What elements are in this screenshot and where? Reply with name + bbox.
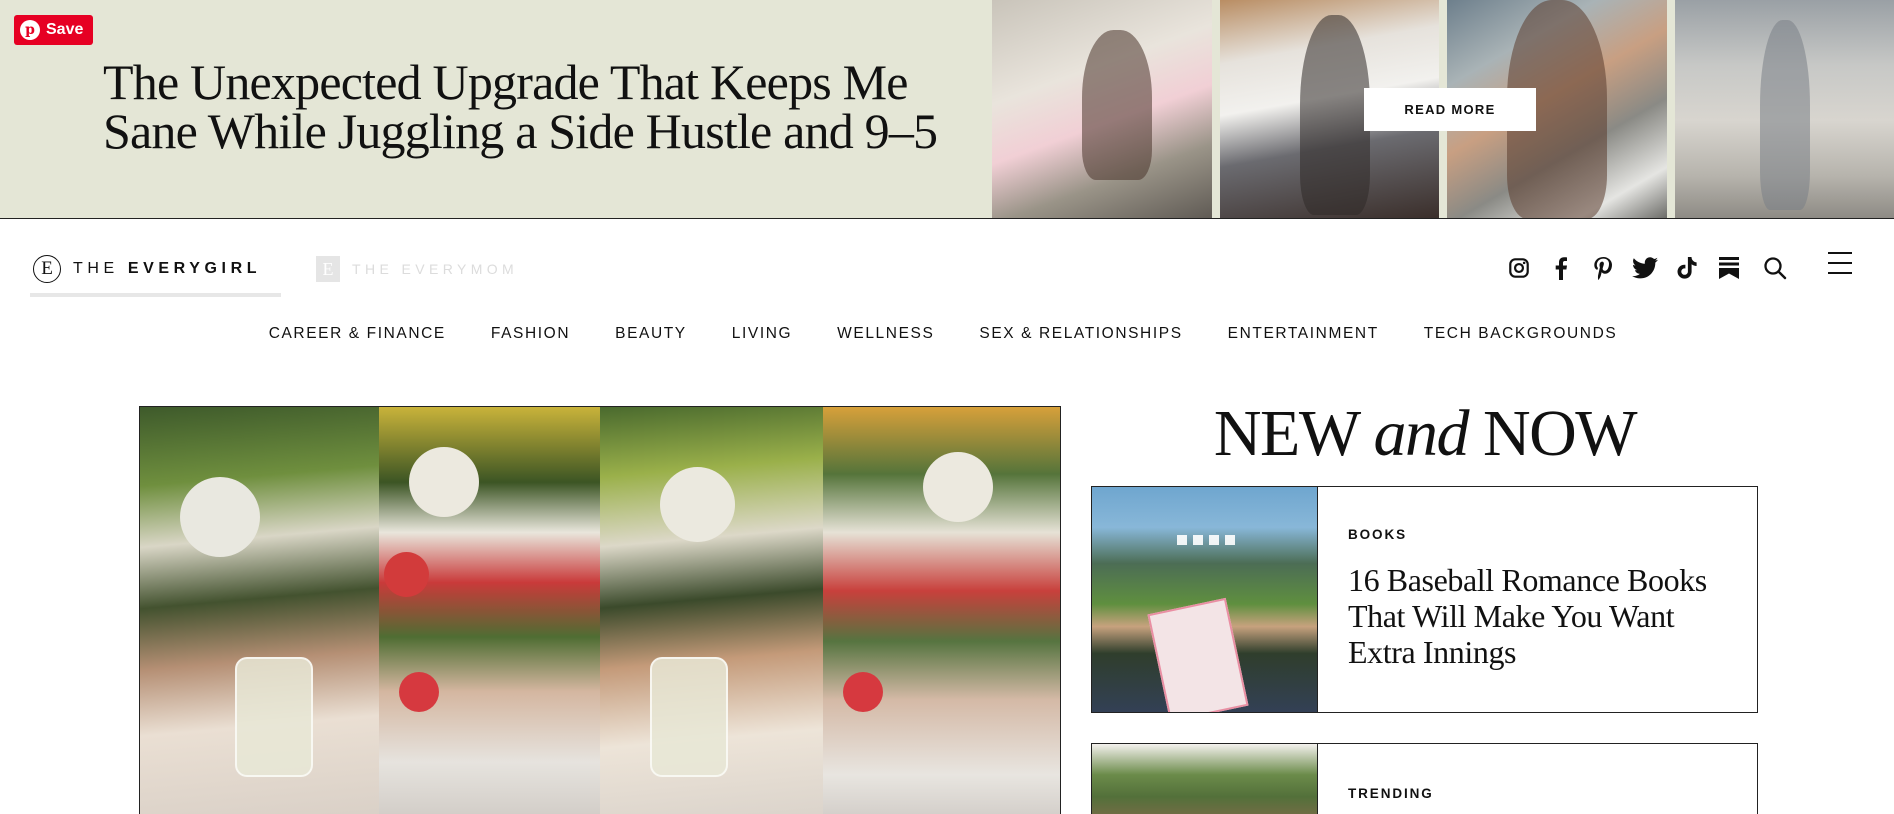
heading-part: and <box>1373 397 1469 470</box>
pinterest-save-button[interactable]: p Save <box>14 15 94 45</box>
menu-icon[interactable] <box>1828 252 1852 274</box>
nav-item-sex-relationships[interactable]: SEX & RELATIONSHIPS <box>979 325 1182 343</box>
nav-item-wellness[interactable]: WELLNESS <box>837 325 934 343</box>
menu-icon-bar <box>1828 252 1852 254</box>
active-site-indicator <box>30 293 281 297</box>
article-category[interactable]: BOOKS <box>1348 527 1727 542</box>
nav-item-tech-backgrounds[interactable]: TECH BACKGROUNDS <box>1424 325 1618 343</box>
banner-headline[interactable]: The Unexpected Upgrade That Keeps Me San… <box>103 57 963 156</box>
main-nav: CAREER & FINANCE FASHION BEAUTY LIVING W… <box>0 325 1894 343</box>
new-and-now-heading: NEW and NOW <box>1090 396 1760 472</box>
facebook-icon[interactable] <box>1540 253 1582 283</box>
everygirl-logo-text: THE EVERYGIRL <box>73 260 261 278</box>
nav-item-entertainment[interactable]: ENTERTAINMENT <box>1228 325 1379 343</box>
article-card-body: TRENDING <box>1318 744 1757 814</box>
logo-prefix: THE <box>73 260 119 277</box>
hero-image-panel <box>822 407 1060 814</box>
heading-part: NOW <box>1482 397 1638 470</box>
article-title[interactable]: 16 Baseball Romance Books That Will Make… <box>1348 562 1727 670</box>
promo-banner[interactable]: p Save The Unexpected Upgrade That Keeps… <box>0 0 1894 219</box>
logo-name: EVERYGIRL <box>127 260 262 277</box>
substack-icon[interactable] <box>1708 253 1750 283</box>
nav-item-fashion[interactable]: FASHION <box>491 325 570 343</box>
everygirl-logo[interactable]: E THE EVERYGIRL <box>33 255 261 283</box>
hero-image-panel <box>379 407 600 814</box>
instagram-icon[interactable] <box>1498 253 1540 283</box>
everymom-logo-mark: E <box>316 256 340 282</box>
pinterest-icon[interactable] <box>1582 253 1624 283</box>
article-card[interactable]: TRENDING <box>1091 743 1758 814</box>
search-icon[interactable] <box>1754 253 1796 283</box>
everymom-logo[interactable]: E THE EVERYMOM <box>316 256 518 282</box>
hero-image-panel <box>600 407 823 814</box>
heading-part: NEW <box>1213 397 1360 470</box>
article-card-body: BOOKS 16 Baseball Romance Books That Wil… <box>1318 487 1757 712</box>
save-label: Save <box>46 21 84 38</box>
banner-photo <box>992 0 1212 218</box>
pinterest-icon: p <box>20 20 40 40</box>
article-thumbnail[interactable] <box>1092 487 1318 712</box>
hero-image-panel <box>140 407 380 814</box>
nav-item-living[interactable]: LIVING <box>732 325 792 343</box>
nav-item-career-finance[interactable]: CAREER & FINANCE <box>269 325 446 343</box>
article-card[interactable]: BOOKS 16 Baseball Romance Books That Wil… <box>1091 486 1758 713</box>
read-more-button[interactable]: READ MORE <box>1364 88 1536 131</box>
article-category[interactable]: TRENDING <box>1348 786 1727 801</box>
everymom-logo-text: THE EVERYMOM <box>352 261 519 277</box>
twitter-icon[interactable] <box>1624 253 1666 283</box>
hero-image[interactable] <box>139 406 1061 814</box>
article-thumbnail[interactable] <box>1092 744 1318 814</box>
stadium-lights <box>1177 535 1237 545</box>
book-cover <box>1147 597 1249 712</box>
menu-icon-bar <box>1828 262 1852 264</box>
banner-photo <box>1674 0 1894 218</box>
social-links <box>1498 253 1796 283</box>
menu-icon-bar <box>1828 272 1852 274</box>
tiktok-icon[interactable] <box>1666 253 1708 283</box>
nav-item-beauty[interactable]: BEAUTY <box>615 325 687 343</box>
everygirl-logo-mark: E <box>33 255 61 283</box>
